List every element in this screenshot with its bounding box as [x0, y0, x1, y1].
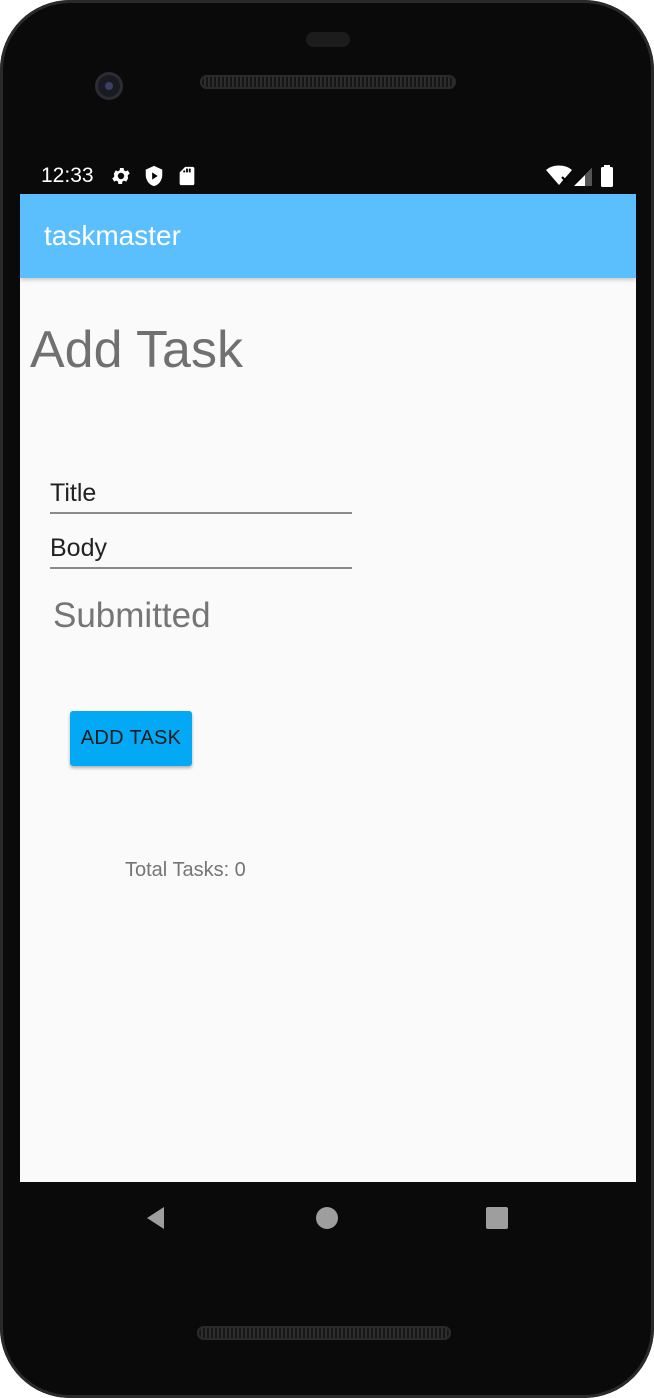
battery-icon	[600, 165, 614, 187]
app-screen: taskmaster Add Task Submitted ADD TASK T…	[20, 194, 636, 1182]
bottom-speaker-grille	[197, 1326, 451, 1340]
recents-button[interactable]	[467, 1182, 527, 1254]
sd-card-icon	[176, 165, 198, 187]
app-title: taskmaster	[44, 220, 181, 251]
wifi-off-icon	[546, 165, 572, 187]
navigation-bar	[20, 1182, 636, 1254]
cell-signal-icon	[573, 165, 595, 187]
title-input[interactable]	[50, 474, 352, 512]
add-task-button[interactable]: ADD TASK	[70, 711, 192, 766]
page-title: Add Task	[30, 321, 243, 379]
shield-play-icon	[143, 165, 165, 187]
submitted-status: Submitted	[53, 596, 211, 635]
home-button[interactable]	[297, 1182, 357, 1254]
front-camera	[95, 72, 123, 100]
app-bar: taskmaster	[20, 194, 636, 278]
phone-frame: 12:33 taskmaster Add Task Subm	[0, 0, 654, 1398]
total-tasks-count: Total Tasks: 0	[125, 859, 246, 881]
status-time: 12:33	[41, 164, 94, 187]
back-icon	[147, 1207, 164, 1229]
status-bar: 12:33	[20, 160, 636, 194]
back-button[interactable]	[126, 1182, 186, 1254]
title-field[interactable]	[50, 474, 352, 514]
gear-icon	[110, 165, 132, 187]
sensor-notch	[306, 32, 350, 47]
home-icon	[316, 1207, 338, 1229]
recents-icon	[486, 1207, 508, 1229]
top-speaker-grille	[200, 75, 456, 89]
body-input[interactable]	[50, 529, 352, 567]
body-field[interactable]	[50, 529, 352, 569]
